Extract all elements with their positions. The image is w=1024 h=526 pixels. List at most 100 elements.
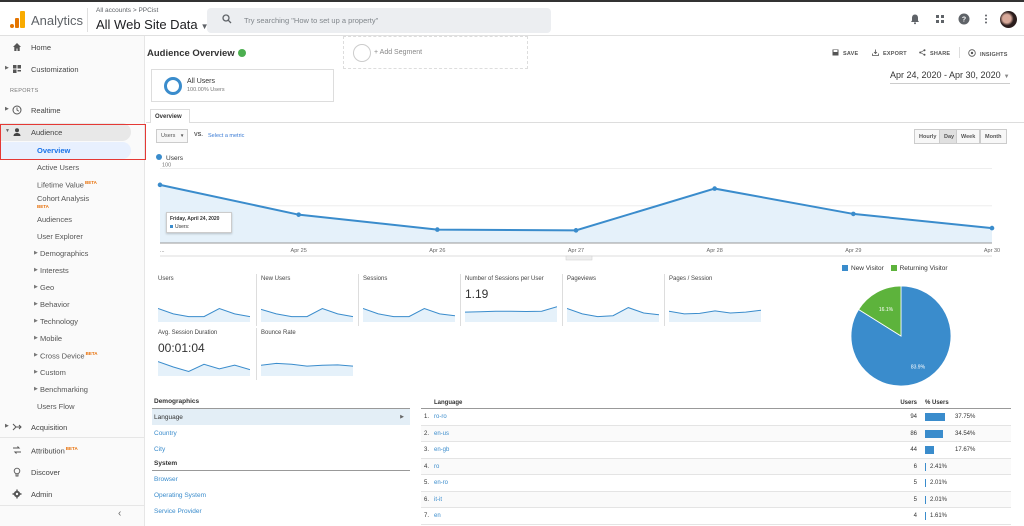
sidebar-item-label: Behavior xyxy=(40,300,70,309)
scorecard[interactable]: Sessions xyxy=(358,274,460,326)
sidebar-item-active-users[interactable]: Active Users xyxy=(0,159,145,176)
table-row[interactable]: 1. ro-ro 94 37.75% xyxy=(421,409,1011,426)
sidebar-item-customization[interactable]: ▶ Customization xyxy=(0,60,145,78)
granularity-month[interactable]: Month xyxy=(980,129,1007,144)
granularity-week[interactable]: Week xyxy=(956,129,981,144)
scorecard[interactable]: Avg. Session Duration 00:01:04 xyxy=(154,328,256,380)
sidebar-item-label: Realtime xyxy=(31,106,61,115)
sidebar-item-geo[interactable]: ▶ Geo xyxy=(0,279,145,296)
sidebar-item-label: Technology xyxy=(40,317,78,326)
demographics-item-city[interactable]: City xyxy=(152,441,410,457)
metric-select[interactable]: Users ▼ xyxy=(156,129,188,143)
help-icon[interactable]: ? xyxy=(958,13,970,25)
account-breadcrumb[interactable]: All accounts > PPCist xyxy=(96,7,158,14)
scorecard[interactable]: Number of Sessions per User 1.19 xyxy=(460,274,562,326)
granularity-hourly[interactable]: Hourly xyxy=(914,129,942,144)
scorecard[interactable]: Users xyxy=(154,274,256,326)
share-button[interactable]: SHARE xyxy=(919,49,950,57)
table-row[interactable]: 7. en 4 1.61% xyxy=(421,508,1011,525)
save-button[interactable]: SAVE xyxy=(832,49,858,57)
language-link[interactable]: en-ro xyxy=(434,480,448,486)
sidebar-item-cross-device[interactable]: ▶ Cross DeviceBETA xyxy=(0,347,145,364)
sidebar-item-interests[interactable]: ▶ Interests xyxy=(0,262,145,279)
beta-badge: BETA xyxy=(84,180,97,185)
sidebar-item-realtime[interactable]: ▶ Realtime xyxy=(0,101,145,119)
language-table: Language Users % Users 1. ro-ro 94 37.75% 2.… xyxy=(421,398,1011,525)
system-item-service-provider[interactable]: Service Provider xyxy=(152,503,410,519)
table-row[interactable]: 2. en-us 86 34.54% xyxy=(421,425,1011,442)
system-item-os[interactable]: Operating System xyxy=(152,487,410,503)
language-link[interactable]: en-us xyxy=(434,431,449,437)
sidebar-item-demographics[interactable]: ▶ Demographics xyxy=(0,245,145,262)
save-icon xyxy=(832,49,839,56)
demographics-item-country[interactable]: Country xyxy=(152,425,410,441)
sidebar-item-home[interactable]: Home xyxy=(0,38,145,56)
dashboard-icon xyxy=(13,65,21,73)
users-line-chart[interactable]: 50100...Apr 25Apr 26Apr 27Apr 28Apr 29Ap… xyxy=(146,161,1006,261)
data-point[interactable] xyxy=(573,228,579,233)
more-vert-icon[interactable] xyxy=(980,13,992,25)
sidebar-item-technology[interactable]: ▶ Technology xyxy=(0,313,145,330)
metric-select-value: Users xyxy=(161,133,176,139)
visitor-pie-chart[interactable]: 83.9% 16.1% xyxy=(846,281,956,391)
scorecard[interactable]: Pageviews xyxy=(562,274,664,326)
search-input[interactable]: Try searching "How to set up a property" xyxy=(207,8,551,33)
row-rank: 4. xyxy=(424,463,430,470)
data-point[interactable] xyxy=(989,225,995,231)
data-point[interactable] xyxy=(157,182,163,188)
sidebar-item-cohort-analysis[interactable]: Cohort Analysis BETA xyxy=(0,191,145,213)
range-slider-handle[interactable] xyxy=(565,255,593,261)
table-row[interactable]: 3. en-gb 44 17.67% xyxy=(421,442,1011,459)
property-selector[interactable]: All Web Site Data ▼ xyxy=(96,17,209,32)
scorecard[interactable]: Bounce Rate xyxy=(256,328,358,380)
sidebar-item-audiences[interactable]: Audiences xyxy=(0,211,145,228)
sparkline-area xyxy=(363,308,455,322)
sidebar-item-attribution[interactable]: AttributionBETA xyxy=(0,441,145,459)
language-link[interactable]: it-it xyxy=(434,497,442,503)
language-link[interactable]: ro-ro xyxy=(434,414,447,420)
date-range-picker[interactable]: Apr 24, 2020 - Apr 30, 2020 ▼ xyxy=(890,70,1010,84)
language-link[interactable]: en xyxy=(434,513,441,519)
system-item-browser[interactable]: Browser xyxy=(152,471,410,487)
scorecard-label: Users xyxy=(158,276,174,282)
language-link[interactable]: ro xyxy=(434,464,439,470)
segment-all-users[interactable]: All Users 100.00% Users xyxy=(151,69,334,102)
insights-button[interactable]: INSIGHTS xyxy=(968,49,1008,58)
tab-overview[interactable]: Overview xyxy=(150,109,190,123)
data-point[interactable] xyxy=(851,211,856,217)
bell-icon[interactable] xyxy=(909,13,921,25)
table-row[interactable]: 4. ro 6 2.41% xyxy=(421,458,1011,475)
sidebar-item-behavior[interactable]: ▶ Behavior xyxy=(0,296,145,313)
language-link[interactable]: en-gb xyxy=(434,447,449,453)
data-point[interactable] xyxy=(712,186,717,191)
sidebar-item-user-explorer[interactable]: User Explorer xyxy=(0,228,145,245)
row-rank: 5. xyxy=(424,480,430,486)
sidebar-item-custom[interactable]: ▶ Custom xyxy=(0,364,145,381)
data-point[interactable] xyxy=(435,227,440,232)
scorecard-label: Bounce Rate xyxy=(261,330,296,336)
apps-grid-icon[interactable] xyxy=(934,13,946,25)
sidebar-item-discover[interactable]: Discover xyxy=(0,463,145,481)
add-segment-button[interactable]: + Add Segment xyxy=(343,36,528,69)
scorecard[interactable]: Pages / Session xyxy=(664,274,766,326)
demographics-item-language[interactable]: Language ▶ xyxy=(152,409,410,425)
table-row[interactable]: 6. it-it 5 2.01% xyxy=(421,491,1011,508)
sidebar-item-label: Mobile xyxy=(40,334,63,343)
select-metric-link[interactable]: Select a metric xyxy=(208,133,244,139)
row-rank: 2. xyxy=(424,430,430,437)
sidebar-item-users-flow[interactable]: Users Flow xyxy=(0,398,145,415)
expand-arrow-icon: ▶ xyxy=(5,65,9,71)
scorecard[interactable]: New Users xyxy=(256,274,358,326)
sidebar-item-mobile[interactable]: ▶ Mobile xyxy=(0,330,145,347)
collapse-sidebar-button[interactable]: ‹ xyxy=(118,508,121,519)
export-button[interactable]: EXPORT xyxy=(872,49,907,57)
sidebar-item-acquisition[interactable]: ▶ Acquisition xyxy=(0,418,145,436)
table-row[interactable]: 5. en-ro 5 2.01% xyxy=(421,475,1011,492)
analytics-logo[interactable] xyxy=(10,11,26,28)
avatar[interactable] xyxy=(1000,11,1017,28)
sidebar-item-benchmarking[interactable]: ▶ Benchmarking xyxy=(0,381,145,398)
sidebar-item-admin[interactable]: Admin xyxy=(0,485,145,503)
scorecard-label: New Users xyxy=(261,276,291,282)
data-point[interactable] xyxy=(296,212,301,217)
sidebar-item-label: Admin xyxy=(31,490,53,499)
